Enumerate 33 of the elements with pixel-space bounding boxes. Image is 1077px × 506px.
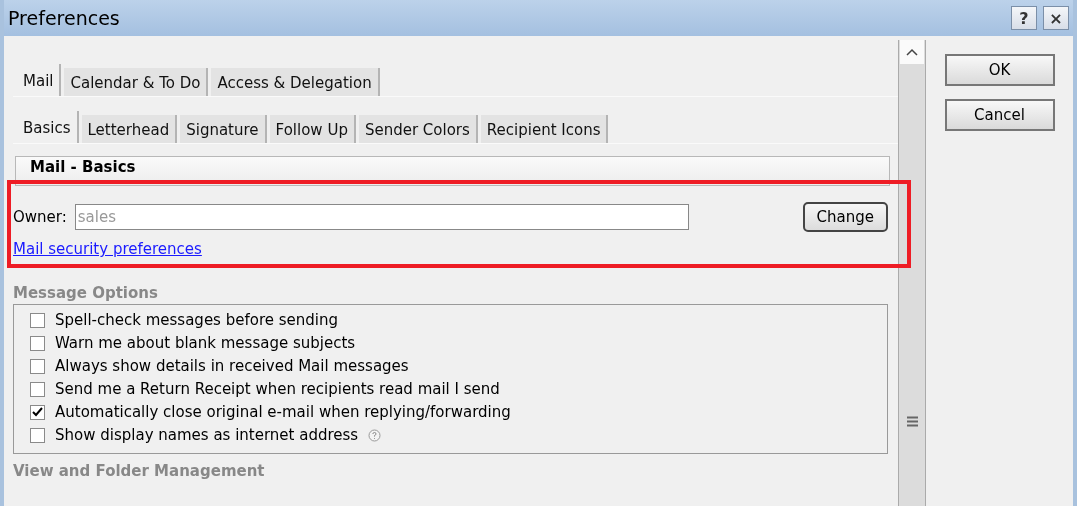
owner-label: Owner: [13,208,67,226]
close-button[interactable]: × [1043,6,1069,30]
checkbox[interactable] [30,404,45,420]
ok-button[interactable]: OK [944,54,1055,86]
checkbox[interactable] [30,312,45,328]
checkbox[interactable] [30,335,45,351]
tab[interactable]: Sender Colors [358,115,478,143]
option-label: Show display names as internet address [55,426,359,444]
tab[interactable]: Follow Up [269,115,356,143]
option-label: Always show details in received Mail messages [55,357,409,375]
checkbox[interactable] [30,381,45,397]
group-title: Message Options [13,284,159,302]
tab[interactable]: Access & Delegation [211,68,380,96]
help-button[interactable]: ? [1011,6,1037,30]
option-label: Automatically close original e-mail when replying/forwarding [55,403,511,421]
tab[interactable]: Recipient Icons [480,115,609,143]
tab[interactable]: Signature [180,115,267,143]
grip-icon [906,416,918,427]
scrollbar[interactable] [898,40,926,506]
option-label: Send me a Return Receipt when recipients read mail I send [55,380,500,398]
option-label: Warn me about blank message subjects [55,334,356,352]
checkbox[interactable] [30,427,45,443]
cancel-button[interactable]: Cancel [944,99,1055,131]
change-button[interactable]: Change [802,202,888,232]
tab[interactable]: Letterhead [81,115,178,143]
security-link[interactable]: Mail security preferences [13,240,202,258]
option-label: Spell-check messages before sending [55,311,338,329]
checkbox[interactable] [30,358,45,374]
tab[interactable]: Calendar & To Do [64,68,209,96]
help-icon[interactable] [368,428,382,442]
section-title: View and Folder Management [13,462,266,480]
section-title: Mail - Basics [30,158,136,176]
window-title: Preferences [8,7,121,29]
